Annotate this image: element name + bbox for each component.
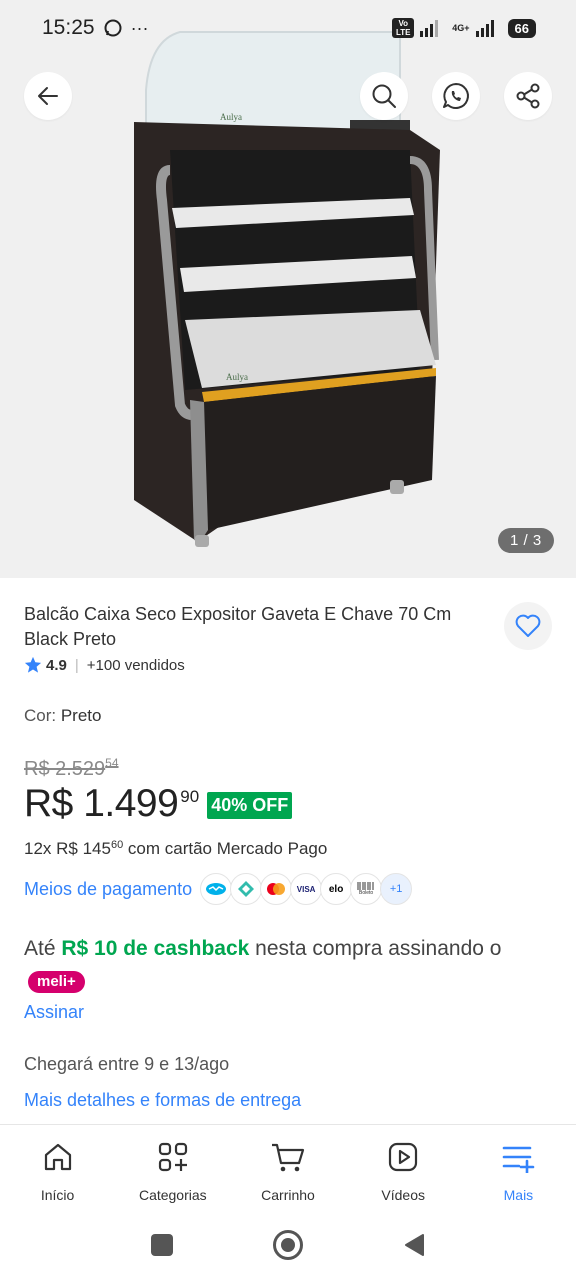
- rating-value: 4.9: [46, 656, 67, 674]
- volte-icon: Vo LTE: [392, 18, 415, 38]
- nav-label-videos: Vídeos: [381, 1187, 425, 1203]
- nav-item-home[interactable]: Início: [0, 1125, 115, 1210]
- arrow-left-icon: [38, 87, 58, 105]
- cashback-info: Até R$ 10 de cashback nesta compra assin…: [24, 932, 544, 1000]
- whatsapp-icon: [443, 83, 469, 109]
- boleto-icon: Boleto: [350, 873, 383, 905]
- home-icon: [44, 1143, 71, 1171]
- favorite-button[interactable]: [504, 602, 552, 650]
- sold-count: +100 vendidos: [86, 656, 185, 674]
- whatsapp-share-button[interactable]: [432, 72, 480, 120]
- cashback-prefix: Até: [24, 937, 62, 960]
- share-button[interactable]: [504, 72, 552, 120]
- network-type: 4G+: [452, 22, 470, 33]
- price-cents: 90: [180, 787, 200, 806]
- pix-icon: [230, 873, 263, 905]
- image-counter: 1 / 3: [498, 528, 554, 553]
- payment-methods-row[interactable]: Meios de pagamento VISA elo Boleto +1: [24, 873, 413, 905]
- video-icon: [389, 1142, 418, 1172]
- discount-badge: 40% OFF: [207, 792, 293, 819]
- more-payments-badge[interactable]: +1: [380, 873, 413, 905]
- recent-apps-button[interactable]: [151, 1234, 173, 1256]
- signal-icon: [420, 20, 439, 37]
- payment-methods-link[interactable]: Meios de pagamento: [24, 879, 192, 900]
- heart-icon: [515, 614, 541, 637]
- color-variant[interactable]: Cor: Preto: [24, 706, 101, 726]
- menu-plus-icon: [503, 1146, 535, 1173]
- installments-suffix: com cartão Mercado Pago: [123, 839, 328, 858]
- payment-icons: VISA elo Boleto +1: [200, 873, 413, 905]
- price-value: R$ 1.499: [24, 782, 179, 825]
- back-button[interactable]: [24, 72, 72, 120]
- share-icon: [516, 83, 540, 109]
- delivery-details-link[interactable]: Mais detalhes e formas de entrega: [24, 1090, 301, 1111]
- original-price-cents: 54: [105, 756, 119, 770]
- nav-label-more: Mais: [503, 1187, 534, 1203]
- original-price: R$ 2.52954: [24, 756, 119, 781]
- current-price: R$ 1.499 90 40% OFF: [24, 782, 293, 826]
- nav-item-categories[interactable]: Categorias: [115, 1125, 230, 1210]
- nav-item-more[interactable]: Mais: [461, 1125, 576, 1210]
- separator: |: [74, 656, 79, 674]
- mercado-pago-icon: [200, 873, 233, 905]
- system-navigation: [0, 1210, 576, 1280]
- color-value: Preto: [60, 706, 102, 725]
- cashback-suffix: nesta compra assinando o: [249, 937, 502, 960]
- nav-label-cart: Carrinho: [261, 1187, 315, 1203]
- nav-item-cart[interactable]: Carrinho: [230, 1125, 345, 1210]
- visa-icon: VISA: [290, 873, 323, 905]
- signal-icon-2: [475, 20, 494, 37]
- subscribe-link[interactable]: Assinar: [24, 1002, 84, 1023]
- bottom-navigation: Início Categorias Carrinho Vídeos Mais: [0, 1124, 576, 1210]
- nav-label-categories: Categorias: [138, 1187, 207, 1203]
- product-gallery[interactable]: Aulya Aulya 15:25 ··· Vo LTE 4G+ 66 1 / …: [0, 0, 576, 578]
- rating-row[interactable]: 4.9 | +100 vendidos: [24, 656, 185, 674]
- installments-cents: 60: [110, 839, 124, 851]
- status-bar: 15:25 ··· Vo LTE 4G+ 66: [0, 0, 576, 56]
- cashback-amount: R$ 10 de cashback: [61, 937, 250, 960]
- home-button[interactable]: [273, 1230, 303, 1260]
- boleto-label: Boleto: [359, 890, 374, 896]
- status-time: 15:25: [42, 16, 95, 39]
- brand-mark: Aulya: [220, 112, 242, 122]
- brand-mark: Aulya: [226, 372, 248, 382]
- search-icon: [372, 84, 396, 108]
- delivery-estimate: Chegará entre 9 e 13/ago: [24, 1054, 230, 1074]
- status-more: ···: [130, 17, 149, 38]
- cart-icon: [272, 1143, 305, 1172]
- categories-icon: [158, 1142, 187, 1172]
- battery-indicator: 66: [507, 18, 536, 38]
- original-price-value: R$ 2.529: [24, 758, 106, 780]
- installments-prefix: 12x R$ 145: [24, 839, 111, 858]
- whatsapp-notification-icon: [104, 19, 122, 37]
- search-button[interactable]: [360, 72, 408, 120]
- meli-plus-badge: meli+: [28, 971, 85, 993]
- star-icon: [24, 656, 42, 673]
- system-back-button[interactable]: [403, 1233, 425, 1257]
- product-title: Balcão Caixa Seco Expositor Gaveta E Cha…: [24, 604, 452, 649]
- mastercard-icon: [260, 873, 293, 905]
- elo-icon: elo: [320, 873, 353, 905]
- installments-info: 12x R$ 14560 com cartão Mercado Pago: [24, 839, 327, 859]
- nav-label-home: Início: [40, 1187, 75, 1203]
- color-label: Cor:: [24, 706, 61, 725]
- nav-item-videos[interactable]: Vídeos: [346, 1125, 461, 1210]
